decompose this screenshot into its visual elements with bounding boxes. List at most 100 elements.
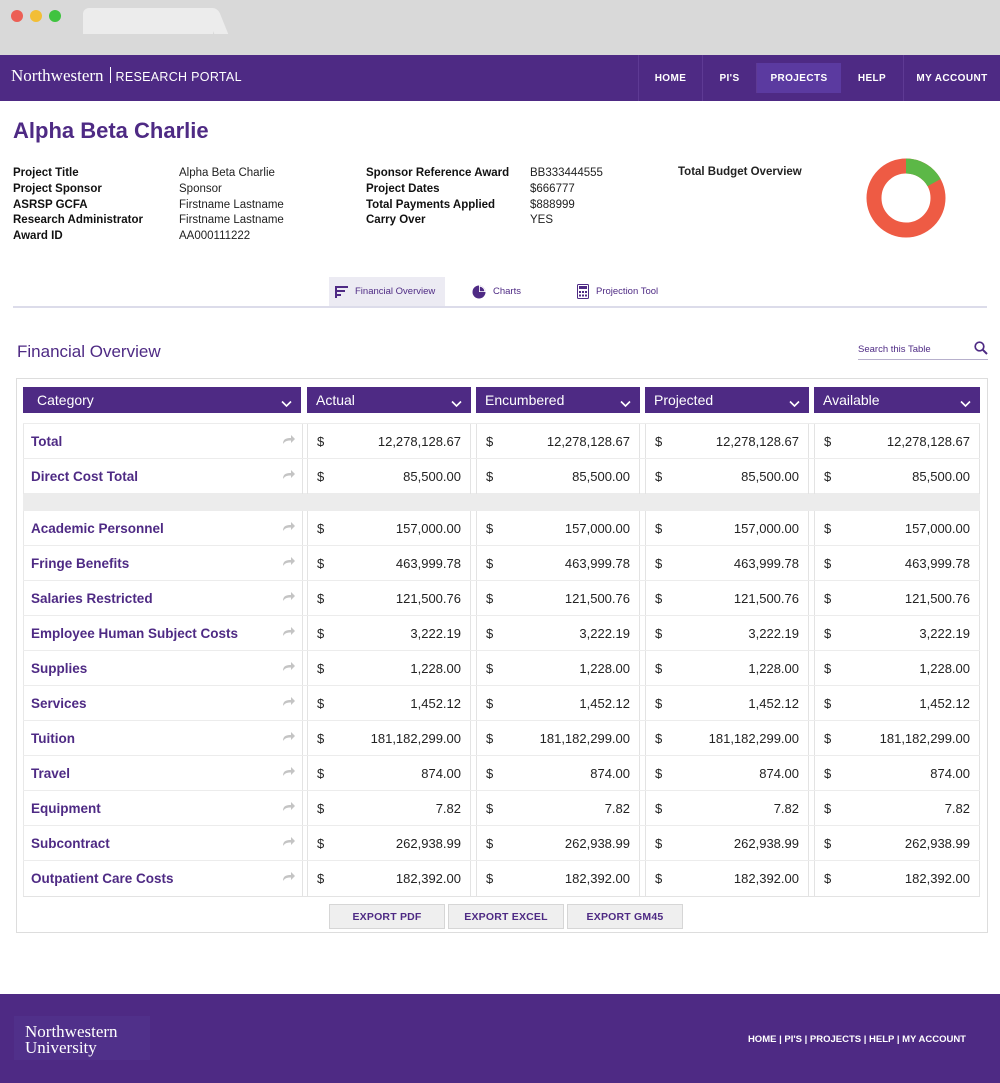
amount-cell: $463,999.78 [814,546,980,581]
export-excel-button[interactable]: EXPORT EXCEL [448,904,564,929]
page-title: Alpha Beta Charlie [13,118,209,143]
amount-value: 121,500.76 [733,591,799,606]
amount-cell: $874.00 [476,756,640,791]
amount-value: 3,222.19 [919,626,970,641]
field-value: BB333444555 [530,167,603,179]
category-cell[interactable]: Services [23,686,303,721]
tab-charts[interactable]: Charts [472,277,542,306]
chevron-down-icon[interactable] [281,395,292,411]
column-header-category[interactable]: Category [23,387,301,413]
share-arrow-icon[interactable] [282,625,296,640]
export-gm45-button[interactable]: EXPORT GM45 [567,904,683,929]
category-label[interactable]: Total [31,434,62,449]
footer-links[interactable]: HOME | PI'S | PROJECTS | HELP | MY ACCOU… [748,1034,966,1045]
column-header-actual[interactable]: Actual [307,387,471,413]
category-label[interactable]: Tuition [31,731,75,746]
field-value: Firstname Lastname [179,214,284,227]
category-cell[interactable]: Academic Personnel [23,511,303,546]
table-row: Tuition $181,182,299.00 $181,182,299.00 $18… [23,720,980,756]
share-arrow-icon[interactable] [282,555,296,570]
share-arrow-icon[interactable] [282,660,296,675]
nav-projects[interactable]: PROJECTS [756,63,841,93]
amount-value: 12,278,128.67 [546,434,630,449]
category-cell[interactable]: Equipment [23,791,303,826]
category-label[interactable]: Fringe Benefits [31,556,129,571]
chevron-down-icon[interactable] [789,395,800,411]
share-arrow-icon[interactable] [282,590,296,605]
nav-help[interactable]: HELP [841,55,903,101]
amount-cell: $121,500.76 [814,581,980,616]
category-cell[interactable]: Fringe Benefits [23,546,303,581]
category-cell[interactable]: Salaries Restricted [23,581,303,616]
field-label: Total Payments Applied [366,198,496,211]
category-cell[interactable]: Total [23,424,303,459]
category-label[interactable]: Direct Cost Total [31,469,138,484]
field-label: ASRSP GCFA [13,198,88,211]
column-header-encumbered[interactable]: Encumbered [476,387,640,413]
category-label[interactable]: Equipment [31,801,101,816]
tab-financial-overview[interactable]: Financial Overview [329,277,445,306]
table-search-input[interactable]: Search this Table [858,340,988,360]
minimize-window-icon[interactable] [30,10,42,22]
amount-cell: $85,500.00 [476,459,640,494]
category-label[interactable]: Academic Personnel [31,521,164,536]
amount-cell: $262,938.99 [645,826,809,861]
table-row: Salaries Restricted $121,500.76 $121,500.7… [23,580,980,616]
category-cell[interactable]: Outpatient Care Costs [23,861,303,896]
currency-symbol: $ [317,696,325,711]
category-label[interactable]: Employee Human Subject Costs [31,626,238,641]
close-window-icon[interactable] [11,10,23,22]
nav-home[interactable]: HOME [638,55,702,101]
amount-cell: $463,999.78 [645,546,809,581]
amount-value: 181,182,299.00 [539,731,630,746]
share-arrow-icon[interactable] [282,835,296,850]
search-icon[interactable] [974,341,988,358]
category-cell[interactable]: Tuition [23,721,303,756]
category-cell[interactable]: Employee Human Subject Costs [23,616,303,651]
site-logo[interactable]: Northwestern RESEARCH PORTAL [11,66,242,86]
category-label[interactable]: Travel [31,766,70,781]
maximize-window-icon[interactable] [49,10,61,22]
share-arrow-icon[interactable] [282,765,296,780]
nav-my-account[interactable]: MY ACCOUNT [903,55,1000,101]
currency-symbol: $ [655,591,663,606]
amount-cell: $874.00 [307,756,471,791]
currency-symbol: $ [486,801,494,816]
chevron-down-icon[interactable] [451,395,462,411]
browser-tab[interactable] [83,8,213,34]
nav-pis[interactable]: PI'S [702,55,756,101]
budget-overview-label: Total Budget Overview [678,166,802,178]
chevron-down-icon[interactable] [620,395,631,411]
export-pdf-button[interactable]: EXPORT PDF [329,904,445,929]
share-arrow-icon[interactable] [282,468,296,483]
budget-donut-chart[interactable] [866,157,946,239]
currency-symbol: $ [655,661,663,676]
share-arrow-icon[interactable] [282,433,296,448]
footer-logo[interactable]: Northwestern University [14,1016,150,1060]
share-arrow-icon[interactable] [282,870,296,885]
share-arrow-icon[interactable] [282,800,296,815]
currency-symbol: $ [824,766,832,781]
category-cell[interactable]: Direct Cost Total [23,459,303,494]
category-label[interactable]: Subcontract [31,836,110,851]
column-header-projected[interactable]: Projected [645,387,809,413]
column-header-available[interactable]: Available [814,387,980,413]
category-label[interactable]: Supplies [31,661,87,676]
amount-cell: $181,182,299.00 [476,721,640,756]
tab-projection-tool[interactable]: Projection Tool [577,277,677,306]
category-cell[interactable]: Travel [23,756,303,791]
table-row: Direct Cost Total $85,500.00 $85,500.00 $85… [23,458,980,494]
category-label[interactable]: Salaries Restricted [31,591,153,606]
amount-value: 874.00 [759,766,799,781]
category-label[interactable]: Outpatient Care Costs [31,871,174,886]
category-cell[interactable]: Supplies [23,651,303,686]
share-arrow-icon[interactable] [282,520,296,535]
amount-value: 7.82 [944,801,970,816]
category-cell[interactable]: Subcontract [23,826,303,861]
share-arrow-icon[interactable] [282,695,296,710]
category-label[interactable]: Services [31,696,87,711]
chevron-down-icon[interactable] [960,395,971,411]
share-arrow-icon[interactable] [282,730,296,745]
amount-cell: $157,000.00 [307,511,471,546]
table-row: Subcontract $262,938.99 $262,938.99 $262,93… [23,825,980,861]
